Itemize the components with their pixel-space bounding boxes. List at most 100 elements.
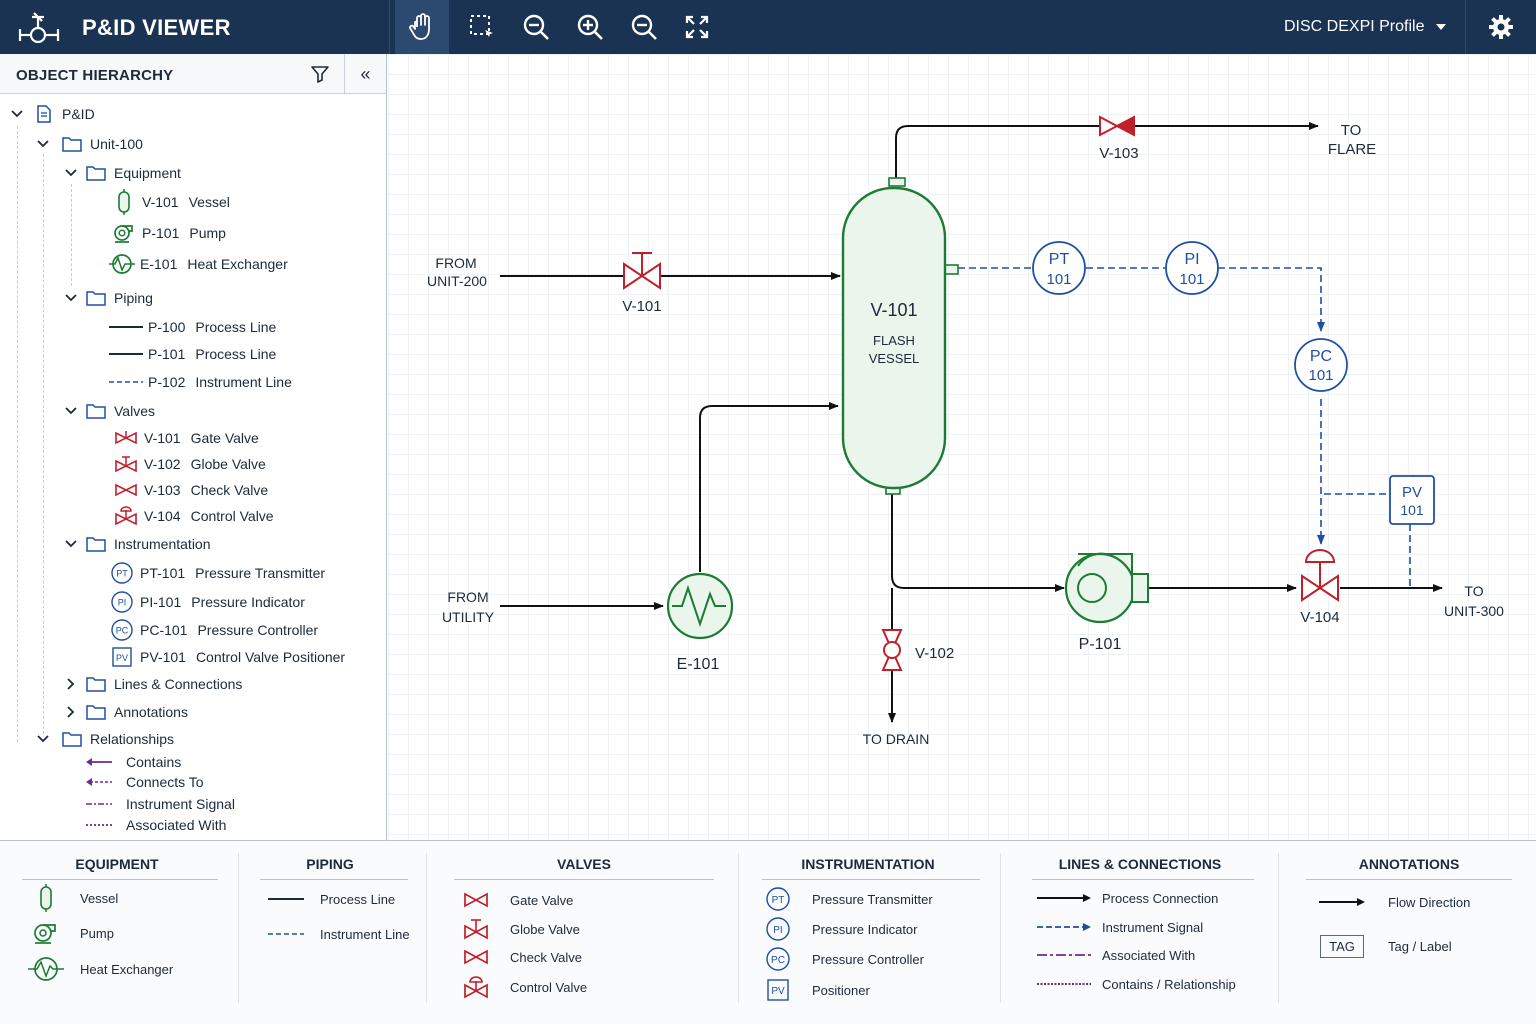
tree-item-tag: V-101 <box>144 430 181 446</box>
tree-item-tag: P-101 <box>142 225 180 241</box>
legend-item: Instrument Line <box>262 921 410 947</box>
tree-item-label: Check Valve <box>190 482 269 498</box>
tree-item-label: Heat Exchanger <box>187 256 288 272</box>
chevron-down-icon[interactable] <box>36 727 50 751</box>
tree-node-relationships[interactable]: Relationships <box>58 727 174 751</box>
globe-valve-icon <box>112 452 140 476</box>
line-vessel-to-flare <box>895 125 1100 186</box>
legend-heading: LINES & CONNECTIONS <box>1058 856 1222 872</box>
tree-item-pipe[interactable]: P-100 Process Line <box>108 315 276 339</box>
tree-item-valve[interactable]: V-104 Control Valve <box>112 504 274 528</box>
zoom-out-button[interactable] <box>509 0 563 54</box>
check-valve-v103[interactable]: V-103 <box>1099 115 1139 162</box>
select-region-button[interactable] <box>455 0 509 54</box>
zoom-fit-button[interactable] <box>617 0 671 54</box>
filter-icon[interactable] <box>310 64 330 84</box>
valve-v101-label: V-101 <box>622 298 661 315</box>
to-unit-label-line2: UNIT-300 <box>1444 603 1504 619</box>
tree-item-pipe[interactable]: P-102 Instrument Line <box>108 370 292 394</box>
heat-exchanger-e101[interactable]: E-101 <box>666 572 734 673</box>
hierarchy-tree: P&ID Unit-100 Equipment V-101 Vessel P-1… <box>0 94 386 840</box>
tree-node-annotations[interactable]: Annotations <box>82 700 188 724</box>
diagram-canvas[interactable]: V-101 FLASH VESSEL V-101 V-103 V-102 V-1… <box>388 54 1536 840</box>
tree-item-valve[interactable]: V-103 Check Valve <box>112 478 268 502</box>
drain-valve-v102[interactable]: V-102 <box>881 629 954 671</box>
pump-p101[interactable]: P-101 <box>1064 552 1149 653</box>
legend-item: Globe Valve <box>452 916 580 942</box>
tree-item-instrument[interactable]: PT PT-101 Pressure Transmitter <box>108 561 325 585</box>
tree-item-instrument[interactable]: PI PI-101 Pressure Indicator <box>108 590 305 614</box>
tree-item-heat-exchanger[interactable]: E-101 Heat Exchanger <box>108 252 288 276</box>
tree-item-tag: V-102 <box>144 456 181 472</box>
app-logo-icon <box>18 12 60 43</box>
instrument-pi101[interactable]: PI 101 <box>1165 241 1219 295</box>
tree-item-label: Process Line <box>195 319 277 335</box>
tree-item-vessel[interactable]: V-101 Vessel <box>110 189 230 215</box>
tree-node-pid[interactable]: P&ID <box>30 102 95 126</box>
chevron-down-icon[interactable] <box>64 532 78 556</box>
svg-text:PV: PV <box>771 986 785 997</box>
collapse-panel-button[interactable]: « <box>344 54 386 94</box>
profile-selector[interactable]: DISC DEXPI Profile <box>1270 0 1462 54</box>
legend-equipment: EQUIPMENT Vessel Pump Heat Exchanger <box>12 841 222 1025</box>
positioner-pv101[interactable]: PV 101 <box>1389 475 1435 525</box>
control-valve-icon <box>452 974 500 1000</box>
tree-node-unit[interactable]: Unit-100 <box>58 132 143 156</box>
chevron-right-icon[interactable] <box>64 672 78 696</box>
pump-icon <box>110 221 138 245</box>
check-valve-icon <box>452 944 500 970</box>
tree-item-label: Control Valve Positioner <box>195 649 346 665</box>
control-valve-icon <box>112 504 140 528</box>
chevron-down-icon[interactable] <box>64 399 78 423</box>
pressure-transmitter-icon: PT <box>754 886 802 912</box>
tree-item-instrument[interactable]: PC PC-101 Pressure Controller <box>108 618 318 642</box>
gate-valve-icon <box>112 426 140 450</box>
pan-tool-button[interactable] <box>395 0 449 54</box>
chevron-down-icon[interactable] <box>64 286 78 310</box>
tree-item-label: Connects To <box>126 774 204 790</box>
tree-item-label: Instrument Line <box>195 374 292 390</box>
svg-text:101: 101 <box>1308 367 1333 384</box>
instrument-pc101[interactable]: PC 101 <box>1294 338 1348 392</box>
tree-item-relationship[interactable]: Associated With <box>84 813 226 837</box>
tree-node-valves[interactable]: Valves <box>82 399 155 423</box>
legend-piping: PIPING Process Line Instrument Line <box>248 841 412 1025</box>
tree-node-instrumentation[interactable]: Instrumentation <box>82 532 211 556</box>
instrument-pt101[interactable]: PT 101 <box>1032 241 1086 295</box>
gate-valve-v101[interactable]: V-101 <box>622 252 662 315</box>
chevron-down-icon[interactable] <box>64 161 78 185</box>
chevron-down-icon[interactable] <box>10 102 24 126</box>
tree-item-valve[interactable]: V-102 Globe Valve <box>112 452 266 476</box>
associated-with-line-icon <box>84 813 114 837</box>
legend-item: PC Pressure Controller <box>754 946 924 972</box>
folder-icon <box>58 132 86 156</box>
tree-node-equipment[interactable]: Equipment <box>82 161 181 185</box>
tree-item-label: Globe Valve <box>190 456 266 472</box>
control-valve-v104[interactable]: V-104 <box>1300 549 1340 626</box>
tree-item-relationship[interactable]: Connects To <box>84 770 204 794</box>
process-lines <box>500 122 1443 723</box>
flash-vessel-v101[interactable]: V-101 FLASH VESSEL <box>841 177 959 495</box>
chevron-down-icon[interactable] <box>36 132 50 156</box>
tree-item-valve[interactable]: V-101 Gate Valve <box>112 426 259 450</box>
heat-exchanger-icon <box>22 956 70 982</box>
fullscreen-button[interactable] <box>670 0 724 54</box>
svg-text:PI: PI <box>773 925 782 936</box>
document-icon <box>30 102 58 126</box>
tree-item-pipe[interactable]: P-101 Process Line <box>108 342 276 366</box>
tree-node-label: Instrumentation <box>114 536 211 552</box>
vessel-icon <box>22 884 70 912</box>
line-vessel-bottom <box>891 494 1065 592</box>
process-line-icon <box>108 315 144 339</box>
svg-text:PI: PI <box>118 598 127 608</box>
tree-node-piping[interactable]: Piping <box>82 286 153 310</box>
tree-item-instrument[interactable]: PV PV-101 Control Valve Positioner <box>108 645 345 669</box>
pump-icon <box>22 920 70 946</box>
tree-item-pump[interactable]: P-101 Pump <box>110 221 226 245</box>
tree-node-lines[interactable]: Lines & Connections <box>82 672 242 696</box>
chevron-right-icon[interactable] <box>64 700 78 724</box>
legend-item: Check Valve <box>452 944 582 970</box>
settings-button[interactable] <box>1465 0 1536 54</box>
zoom-in-button[interactable] <box>563 0 617 54</box>
connects-to-arrow-icon <box>84 770 114 794</box>
